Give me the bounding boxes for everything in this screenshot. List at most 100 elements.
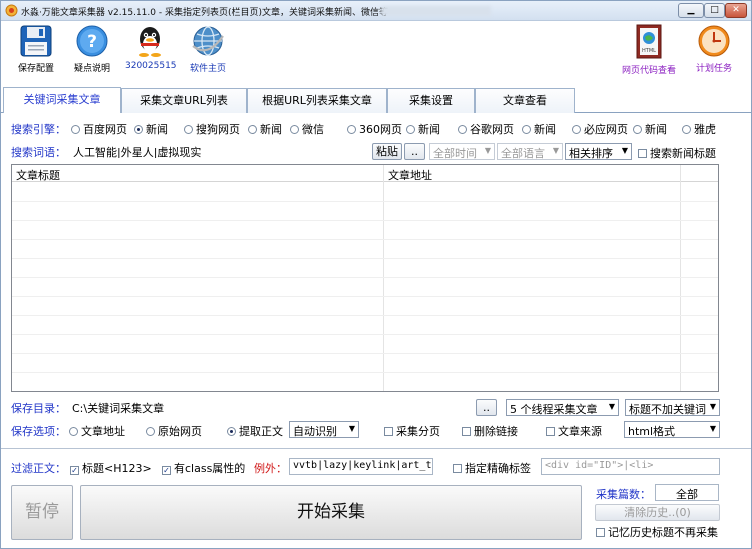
keyword-input[interactable]: 人工智能|外星人|虚拟现实 — [69, 142, 371, 159]
clear-history-button[interactable]: 清除历史..(0) — [595, 504, 720, 521]
output-format-select[interactable]: html格式 ▼ — [624, 421, 720, 438]
filter-title-checkbox[interactable]: ✓ 标题<H123> — [70, 460, 152, 476]
extract-mode-select[interactable]: 自动识别 ▼ — [289, 421, 359, 438]
close-button[interactable]: ✕ — [725, 3, 747, 18]
toolbar: 保存配置 ? 疑点说明 320025515 软件主页 HTML 网页代码查看 计… — [1, 22, 751, 84]
engine-google-news[interactable]: 新闻 — [522, 121, 556, 137]
save-options-row: 保存选项： 文章地址 原始网页 提取正文 自动识别 ▼ 采集分页 删除链接 文章来… — [1, 421, 751, 439]
chevron-down-icon: ▼ — [621, 146, 628, 155]
view-page-code-button[interactable]: HTML 网页代码查看 — [618, 22, 680, 76]
save-raw-page-radio[interactable]: 原始网页 — [146, 423, 202, 439]
engine-360-web[interactable]: 360网页 — [347, 121, 402, 137]
tab-keyword-collect[interactable]: 关键词采集文章 — [3, 87, 121, 113]
tab-collect-by-url-list[interactable]: 根据URL列表采集文章 — [247, 88, 387, 113]
svg-text:HTML: HTML — [642, 48, 656, 54]
remove-links-checkbox[interactable]: 删除链接 — [462, 423, 518, 439]
radio-icon — [682, 125, 691, 134]
html-file-icon: HTML — [636, 24, 662, 59]
title-keyword-select[interactable]: 标题不加关键词 ▼ — [625, 399, 720, 416]
scheduled-task-label: 计划任务 — [695, 64, 732, 74]
exception-input[interactable]: vvtb|lazy|keylink|art_t — [289, 458, 433, 475]
row-divider — [12, 334, 718, 335]
keyword-more-button[interactable]: .. — [404, 143, 425, 160]
radio-icon — [290, 125, 299, 134]
qq-number-label: 320025515 — [125, 61, 177, 71]
tab-collect-settings[interactable]: 采集设置 — [387, 88, 475, 113]
minimize-button[interactable]: ▁ — [678, 3, 704, 18]
engine-yahoo[interactable]: 雅虎 — [682, 121, 716, 137]
search-news-title-checkbox[interactable]: 搜索新闻标题 — [638, 145, 716, 161]
exception-label: 例外： — [254, 462, 287, 475]
pause-button[interactable]: 暂停 — [11, 485, 73, 540]
exact-tag-checkbox[interactable]: 指定精确标签 — [453, 460, 531, 476]
collect-paging-checkbox[interactable]: 采集分页 — [384, 423, 440, 439]
scheduled-task-button[interactable]: 计划任务 — [691, 22, 737, 74]
checkbox-icon — [453, 464, 462, 473]
help-button[interactable]: ? 疑点说明 — [69, 22, 115, 74]
row-divider — [12, 239, 718, 240]
row-divider — [12, 353, 718, 354]
maximize-button[interactable]: □ — [704, 3, 725, 18]
tab-article-view[interactable]: 文章查看 — [475, 88, 575, 113]
article-source-checkbox[interactable]: 文章来源 — [546, 423, 602, 439]
extract-body-radio[interactable]: 提取正文 — [227, 423, 283, 439]
time-range-select[interactable]: 全部时间 ▼ — [429, 143, 495, 160]
engine-bing-news[interactable]: 新闻 — [633, 121, 667, 137]
keyword-row: 搜索词语： 人工智能|外星人|虚拟现实 粘贴 .. 全部时间 ▼ 全部语言 ▼ 相关… — [1, 142, 751, 160]
globe-icon — [192, 26, 224, 56]
radio-icon — [458, 125, 467, 134]
tab-collect-url-list[interactable]: 采集文章URL列表 — [121, 88, 247, 113]
engine-bing-web[interactable]: 必应网页 — [572, 121, 628, 137]
engine-google-web[interactable]: 谷歌网页 — [458, 121, 514, 137]
save-directory-row: 保存目录： C:\关键词采集文章 .. 5 个线程采集文章 ▼ 标题不加关键词 ▼ — [1, 398, 751, 416]
column-header-url[interactable]: 文章地址 — [388, 167, 432, 183]
blurred-region — [381, 6, 491, 16]
checkbox-checked-icon: ✓ — [162, 466, 171, 475]
radio-icon — [406, 125, 415, 134]
exact-tag-input[interactable]: <div id="ID">|<li> — [541, 458, 720, 475]
radio-icon — [347, 125, 356, 134]
checkbox-icon — [546, 427, 555, 436]
chevron-down-icon: ▼ — [348, 424, 355, 433]
engine-wechat[interactable]: 微信 — [290, 121, 324, 137]
search-engine-row: 搜索引擎： 百度网页 新闻 搜狗网页 新闻 微信 360网页 新闻 谷歌网页 新… — [1, 120, 751, 138]
paste-button[interactable]: 粘贴 — [372, 143, 402, 160]
collect-count-input[interactable]: 全部 — [655, 484, 719, 501]
homepage-button[interactable]: 软件主页 — [183, 22, 233, 74]
remember-history-checkbox[interactable]: 记忆历史标题不再采集 — [596, 524, 718, 540]
table-header: 文章标题 文章地址 — [12, 165, 718, 182]
collect-count-label: 采集篇数： — [596, 488, 651, 501]
thread-count-select[interactable]: 5 个线程采集文章 ▼ — [506, 399, 619, 416]
filter-class-checkbox[interactable]: ✓ 有class属性的 — [162, 460, 245, 476]
row-divider — [12, 277, 718, 278]
engine-baidu-news[interactable]: 新闻 — [134, 121, 168, 137]
radio-icon — [146, 427, 155, 436]
column-header-title[interactable]: 文章标题 — [16, 167, 60, 183]
row-divider — [12, 201, 718, 202]
radio-icon — [248, 125, 257, 134]
engine-sogou-web[interactable]: 搜狗网页 — [184, 121, 240, 137]
save-directory-label: 保存目录： — [11, 402, 66, 415]
engine-360-news[interactable]: 新闻 — [406, 121, 440, 137]
engine-sogou-news[interactable]: 新闻 — [248, 121, 282, 137]
save-config-button[interactable]: 保存配置 — [13, 22, 59, 74]
save-directory-input[interactable]: C:\关键词采集文章 — [68, 398, 473, 415]
row-divider — [12, 372, 718, 373]
save-config-label: 保存配置 — [17, 64, 54, 74]
sort-select[interactable]: 相关排序 ▼ — [565, 143, 632, 160]
browse-directory-button[interactable]: .. — [476, 399, 497, 416]
qq-button[interactable]: 320025515 — [125, 22, 177, 71]
keyword-label: 搜索词语： — [11, 146, 66, 159]
qq-penguin-icon — [139, 27, 161, 57]
language-select[interactable]: 全部语言 ▼ — [497, 143, 563, 160]
engine-baidu-web[interactable]: 百度网页 — [71, 121, 127, 137]
svg-text:?: ? — [87, 32, 97, 52]
start-collect-button[interactable]: 开始采集 — [80, 485, 582, 540]
view-page-code-label: 网页代码查看 — [621, 66, 676, 76]
checkbox-icon — [638, 149, 647, 158]
help-label: 疑点说明 — [73, 64, 110, 74]
checkbox-icon — [384, 427, 393, 436]
article-table[interactable]: 文章标题 文章地址 — [11, 164, 719, 392]
save-article-url-radio[interactable]: 文章地址 — [69, 423, 125, 439]
row-divider — [12, 315, 718, 316]
